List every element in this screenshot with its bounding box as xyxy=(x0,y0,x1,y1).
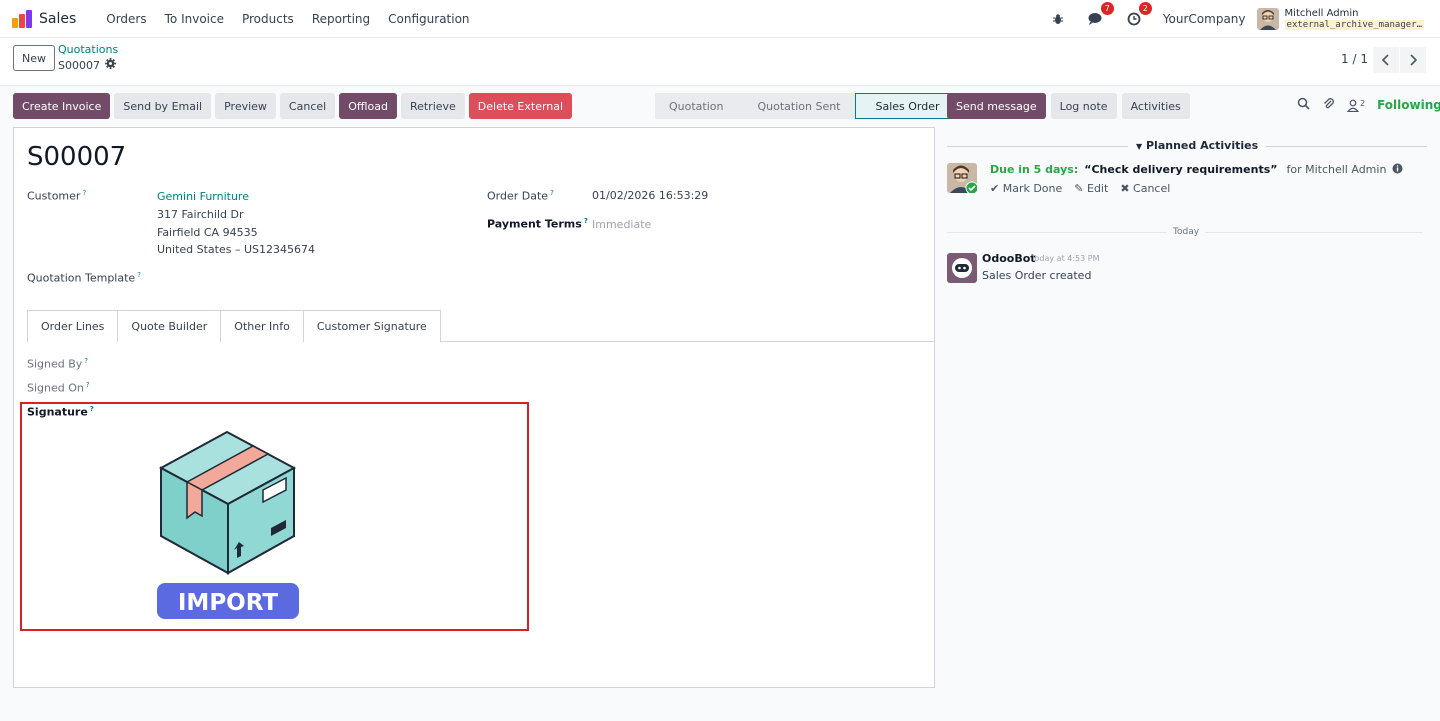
menu-products[interactable]: Products xyxy=(242,12,294,26)
activity-due: Due in 5 days: xyxy=(990,163,1079,176)
send-by-email-button[interactable]: Send by Email xyxy=(114,93,212,119)
stage-sales-order[interactable]: Sales Order xyxy=(854,93,955,119)
odoobot-avatar xyxy=(947,253,977,283)
edit-label: Edit xyxy=(1087,182,1109,195)
customer-address-line1: 317 Fairchild Dr xyxy=(157,208,244,221)
offload-button[interactable]: Offload xyxy=(339,93,397,119)
followers-button[interactable]: 2 xyxy=(1347,99,1365,112)
user-avatar[interactable] xyxy=(1256,8,1279,30)
signature-image[interactable]: IMPORT xyxy=(155,428,301,624)
paperclip-icon[interactable] xyxy=(1322,97,1335,113)
user-icon xyxy=(1347,99,1359,112)
cancel-activity-button[interactable]: ✖ Cancel xyxy=(1120,182,1170,195)
edit-activity-button[interactable]: ✎ Edit xyxy=(1074,182,1108,195)
following-button[interactable]: Following xyxy=(1377,98,1440,112)
preview-button[interactable]: Preview xyxy=(215,93,276,119)
status-bar: Quotation Quotation Sent Sales Order xyxy=(655,93,955,119)
order-date-field[interactable]: 01/02/2026 16:53:29 xyxy=(592,189,708,202)
pager-next-button[interactable] xyxy=(1400,47,1426,73)
breadcrumb-current-label: S00007 xyxy=(58,58,100,72)
cancel-button[interactable]: Cancel xyxy=(279,93,336,119)
order-date-label: Order Date? xyxy=(487,189,554,203)
breadcrumb-current: S00007 xyxy=(58,58,116,72)
message-body: Sales Order created xyxy=(982,269,1092,282)
record-title: S00007 xyxy=(27,142,127,172)
quotation-template-label: Quotation Template? xyxy=(27,271,141,285)
user-name: Mitchell Admin xyxy=(1284,8,1359,19)
pager-previous-button[interactable] xyxy=(1373,47,1399,73)
chevron-left-icon xyxy=(1382,54,1389,66)
company-switcher[interactable]: YourCompany xyxy=(1163,12,1246,26)
info-icon[interactable] xyxy=(1392,163,1403,177)
create-invoice-button[interactable]: Create Invoice xyxy=(13,93,111,119)
menu-to-invoice[interactable]: To Invoice xyxy=(165,12,224,26)
chatter-topbar-right: 2 Following xyxy=(1297,97,1440,113)
breadcrumb-quotations[interactable]: Quotations xyxy=(58,43,118,56)
activity-assignee: for Mitchell Admin xyxy=(1286,163,1387,176)
notebook-tabs: Order Lines Quote Builder Other Info Cus… xyxy=(27,310,934,343)
cancel-label: Cancel xyxy=(1133,182,1171,195)
today-label: Today xyxy=(1167,227,1206,237)
user-menu[interactable]: Mitchell Admin external_archive_manager… xyxy=(1284,8,1424,30)
retrieve-button[interactable]: Retrieve xyxy=(400,93,465,119)
import-banner-text: IMPORT xyxy=(178,590,279,616)
bug-icon[interactable] xyxy=(1049,10,1067,28)
customer-field[interactable]: Gemini Furniture xyxy=(157,190,249,203)
sales-app-icon[interactable] xyxy=(12,9,32,28)
activity-actions: ✔ Mark Done ✎ Edit ✖ Cancel xyxy=(990,182,1170,195)
planned-activities-title: Planned Activities xyxy=(1146,139,1259,152)
tab-quote-builder[interactable]: Quote Builder xyxy=(117,310,222,342)
new-button[interactable]: New xyxy=(13,45,55,71)
form-sheet: S00007 Customer? Gemini Furniture 317 Fa… xyxy=(13,127,935,688)
stage-quotation[interactable]: Quotation xyxy=(655,93,738,119)
activity-summary: “Check delivery requirements” xyxy=(1084,163,1278,176)
mark-done-button[interactable]: ✔ Mark Done xyxy=(990,182,1062,195)
chat-icon[interactable]: 7 xyxy=(1087,2,1114,28)
followers-count: 2 xyxy=(1360,98,1366,108)
pencil-icon: ✎ xyxy=(1074,182,1084,195)
control-panel: New Quotations S00007 1 / 1 xyxy=(0,38,1440,86)
pager-value[interactable]: 1 / 1 xyxy=(1341,52,1368,66)
tab-other-info[interactable]: Other Info xyxy=(220,310,304,342)
payment-terms-label: Payment Terms? xyxy=(487,217,588,231)
menu-reporting[interactable]: Reporting xyxy=(312,12,370,26)
chevron-right-icon xyxy=(1410,54,1417,66)
chatter-buttons: Send message Log note Activities xyxy=(947,93,1190,119)
close-icon: ✖ xyxy=(1120,182,1130,195)
delete-external-button[interactable]: Delete External xyxy=(468,93,573,119)
caret-down-icon: ▼ xyxy=(1136,142,1143,151)
message-author[interactable]: OdooBot xyxy=(982,252,1036,265)
payment-terms-field[interactable]: Immediate xyxy=(592,218,651,231)
activity-avatar xyxy=(947,163,977,193)
activities-button[interactable]: Activities xyxy=(1121,93,1190,119)
top-navbar: Sales Orders To Invoice Products Reporti… xyxy=(0,0,1440,38)
signed-on-label: Signed On? xyxy=(27,381,90,395)
tab-customer-signature[interactable]: Customer Signature xyxy=(302,310,441,343)
check-icon: ✔ xyxy=(990,182,1000,195)
search-icon[interactable] xyxy=(1297,97,1310,113)
app-title[interactable]: Sales xyxy=(39,11,76,27)
activities-badge: 2 xyxy=(1138,2,1152,15)
messages-badge: 7 xyxy=(1100,2,1114,15)
customer-address-line2: Fairfield CA 94535 xyxy=(157,226,258,239)
menu-orders[interactable]: Orders xyxy=(106,12,146,26)
tab-order-lines[interactable]: Order Lines xyxy=(27,310,119,342)
database-name: external_archive_manager… xyxy=(1284,20,1424,30)
signed-by-label: Signed By? xyxy=(27,357,89,371)
mark-done-label: Mark Done xyxy=(1002,182,1063,195)
activity-header: Due in 5 days: “Check delivery requireme… xyxy=(990,163,1403,177)
send-message-button[interactable]: Send message xyxy=(947,93,1046,119)
stage-quotation-sent[interactable]: Quotation Sent xyxy=(737,93,855,119)
clock-icon[interactable]: 2 xyxy=(1125,2,1152,28)
gear-icon[interactable] xyxy=(104,58,116,72)
form-action-buttons: Create Invoice Send by Email Preview Can… xyxy=(13,93,573,119)
planned-activities-toggle[interactable]: ▼ Planned Activities xyxy=(1128,139,1267,152)
signature-label: Signature? xyxy=(27,405,94,419)
customer-address-line3: United States – US12345674 xyxy=(157,243,316,256)
message-timestamp: Today at 4:53 PM xyxy=(1031,254,1100,263)
log-note-button[interactable]: Log note xyxy=(1050,93,1117,119)
menu-configuration[interactable]: Configuration xyxy=(388,12,469,26)
customer-label: Customer? xyxy=(27,189,87,203)
